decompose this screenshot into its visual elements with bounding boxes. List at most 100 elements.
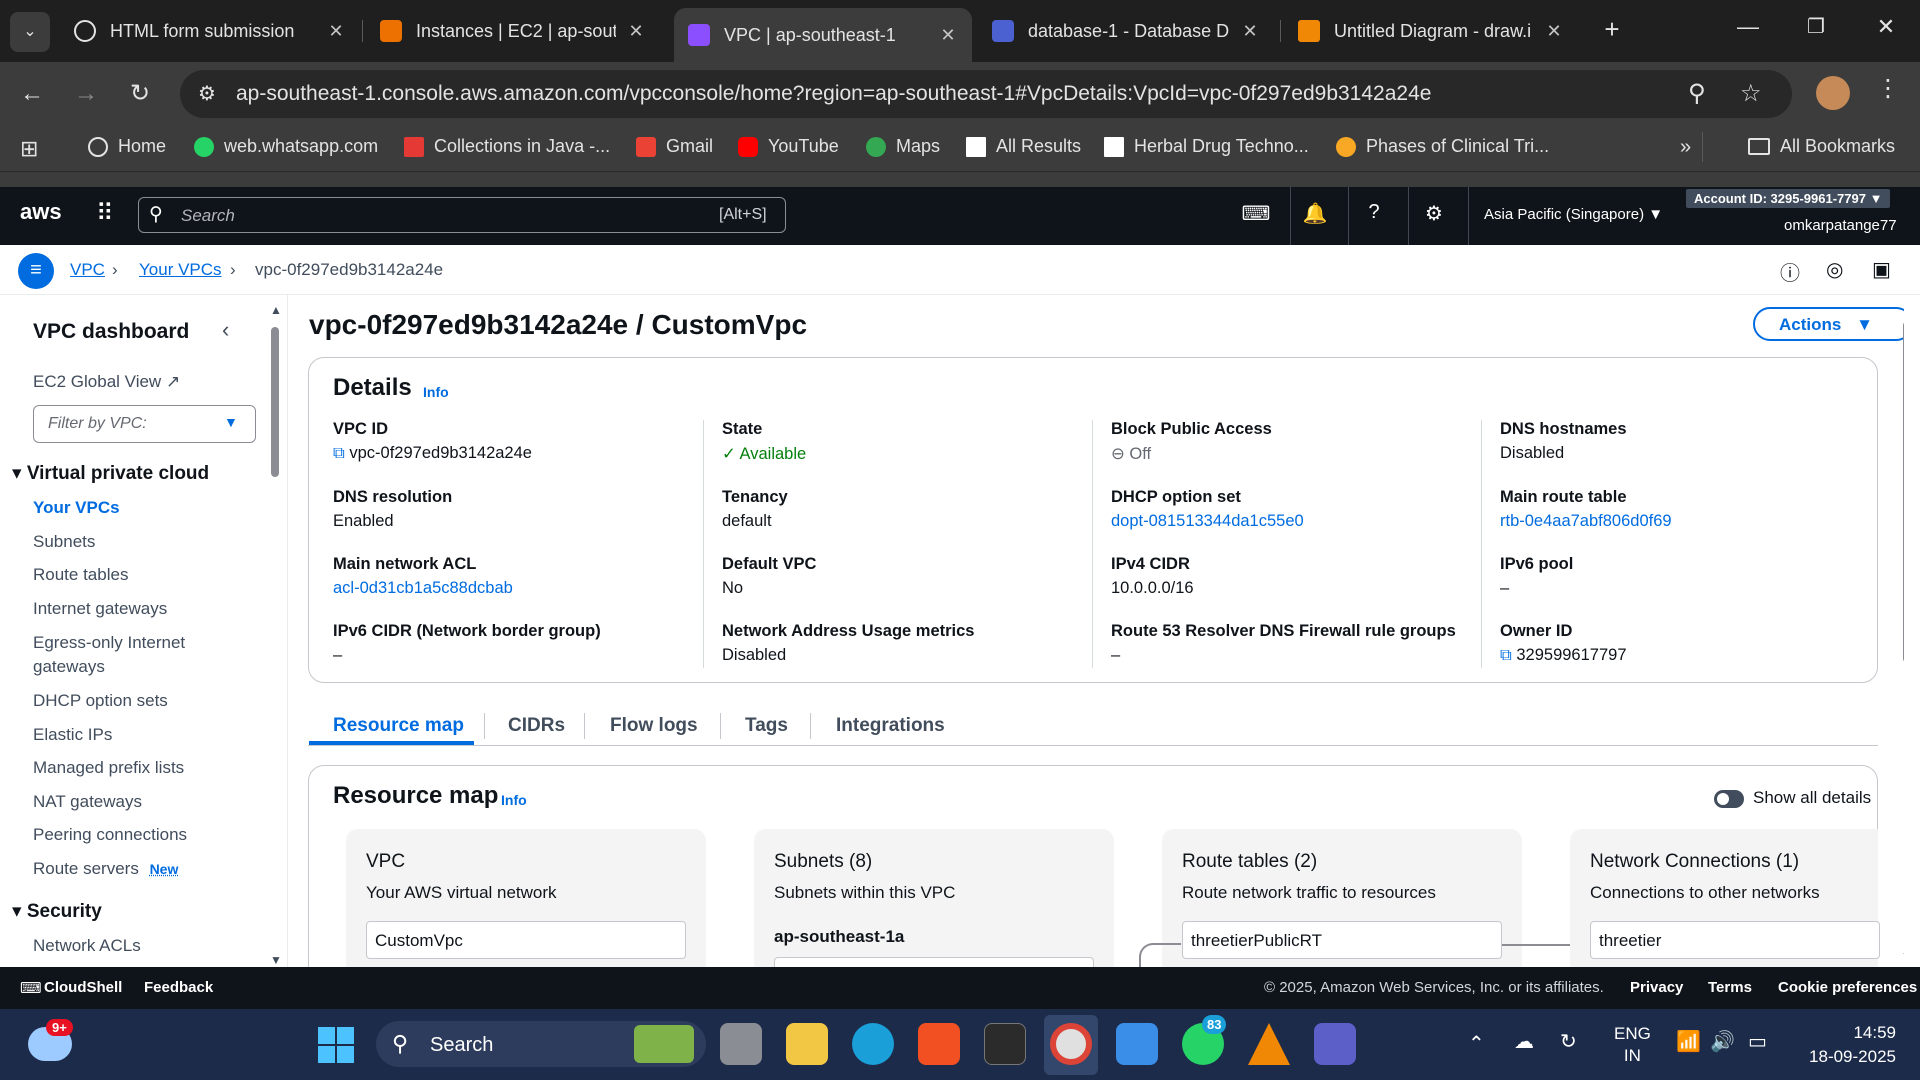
section-virtual-private-cloud[interactable]: ▾ Virtual private cloud [12, 462, 209, 485]
sync-icon[interactable]: ↻ [1560, 1029, 1577, 1054]
minimize-icon[interactable]: — [1728, 14, 1768, 40]
edge-icon[interactable] [852, 1023, 894, 1065]
close-tab-icon[interactable]: ✕ [1544, 21, 1564, 42]
sidebar-item-managed-prefix-lists[interactable]: Managed prefix lists [33, 758, 184, 778]
window-close-icon[interactable]: ✕ [1866, 14, 1906, 40]
aws-logo[interactable]: aws [20, 199, 62, 225]
lightbulb-icon[interactable]: ◎ [1826, 257, 1843, 282]
filter-by-vpc-select[interactable]: Filter by VPC: ▼ [33, 405, 256, 443]
info-circle-icon[interactable]: ⓘ [1780, 257, 1800, 286]
tab-html-form[interactable]: HTML form submission ✕ [60, 8, 360, 54]
tab-vpc-active[interactable]: VPC | ap-southeast-1 ✕ [674, 8, 972, 62]
tab-integrations[interactable]: Integrations [836, 715, 945, 737]
help-icon[interactable]: ? [1359, 201, 1389, 224]
battery-icon[interactable]: ▭ [1748, 1029, 1767, 1054]
sidebar-item-nat-gateways[interactable]: NAT gateways [33, 792, 142, 812]
account-id-badge[interactable]: Account ID: 3295-9961-7797 ▼ [1686, 189, 1891, 208]
main-scrollbar[interactable]: ▲ ▼ [1901, 295, 1904, 967]
resource-node-vpc[interactable]: CustomVpc [366, 921, 686, 959]
services-grid-icon[interactable]: ⠿ [96, 199, 114, 228]
language-indicator[interactable]: ENG IN [1614, 1023, 1651, 1067]
dhcp-option-set-link[interactable]: dopt-081513344da1c55e0 [1111, 512, 1304, 531]
terminal-icon[interactable] [984, 1023, 1026, 1065]
sidebar-item-egress-only[interactable]: Egress-only Internet [33, 633, 185, 653]
sidebar-item-elastic-ips[interactable]: Elastic IPs [33, 725, 112, 745]
breadcrumb-your-vpcs[interactable]: Your VPCs [139, 260, 222, 280]
resource-node-route-table[interactable]: threetierPublicRT [1182, 921, 1502, 959]
clock[interactable]: 14:59 18-09-2025 [1796, 1021, 1896, 1069]
microsoft-store-icon[interactable] [918, 1023, 960, 1065]
sidebar-item-subnets[interactable]: Subnets [33, 532, 95, 552]
cloudshell-link[interactable]: CloudShell [44, 979, 122, 996]
sidebar-item-dhcp-option-sets[interactable]: DHCP option sets [33, 691, 168, 711]
bookmark-star-icon[interactable]: ☆ [1740, 79, 1762, 108]
sidebar-item-network-acls[interactable]: Network ACLs [33, 936, 141, 956]
file-explorer-icon[interactable] [786, 1023, 828, 1065]
actions-button[interactable]: Actions ▼ [1753, 307, 1904, 341]
chevron-up-icon[interactable]: ⌃ [1468, 1031, 1485, 1056]
tab-tags[interactable]: Tags [745, 715, 788, 737]
section-security[interactable]: ▾ Security [12, 900, 102, 923]
close-tab-icon[interactable]: ✕ [1240, 21, 1260, 42]
tab-search-button[interactable]: ⌄ [10, 12, 50, 52]
user-name[interactable]: omkarpatange77 [1784, 217, 1897, 234]
omnibox[interactable]: ⚙ ap-southeast-1.console.aws.amazon.com/… [180, 70, 1792, 118]
close-tab-icon[interactable]: ✕ [626, 21, 646, 42]
tab-flow-logs[interactable]: Flow logs [610, 715, 698, 737]
taskbar-search-box[interactable]: ⚲ Search [376, 1021, 706, 1067]
vpc-dashboard-link[interactable]: VPC dashboard [33, 320, 189, 344]
volume-icon[interactable]: 🔊 [1710, 1029, 1735, 1054]
bookmark-clinical-trials[interactable]: Phases of Clinical Tri... [1336, 136, 1549, 157]
resource-map-info-link[interactable]: Info [501, 792, 527, 808]
sidebar-item-peering-connections[interactable]: Peering connections [33, 825, 187, 845]
sidebar-item-route-servers[interactable]: Route servers New [33, 859, 178, 879]
privacy-link[interactable]: Privacy [1630, 979, 1683, 996]
copy-icon[interactable]: ⧉ [1500, 646, 1512, 664]
tab-drawio[interactable]: Untitled Diagram - draw.i ✕ [1284, 8, 1578, 54]
bookmark-all-results[interactable]: All Results [966, 136, 1081, 157]
close-tab-icon[interactable]: ✕ [326, 21, 346, 42]
bookmark-youtube[interactable]: YouTube [738, 136, 839, 157]
back-button[interactable]: ← [14, 76, 50, 112]
details-info-link[interactable]: Info [423, 384, 449, 400]
browser-menu-icon[interactable]: ⋮ [1876, 74, 1900, 103]
bookmark-home[interactable]: Home [88, 136, 166, 157]
windows-start-icon[interactable] [318, 1027, 354, 1063]
chrome-icon[interactable] [1050, 1023, 1092, 1065]
vlc-icon[interactable] [1248, 1023, 1290, 1065]
apps-grid-icon[interactable]: ⊞ [20, 136, 38, 162]
sidenav-scrollbar[interactable]: ▲ ▼ [268, 303, 282, 967]
more-bookmarks-icon[interactable]: » [1680, 136, 1691, 159]
collapse-nav-icon[interactable]: ‹ [222, 317, 229, 343]
task-view-icon[interactable] [720, 1023, 762, 1065]
sidebar-item-route-tables[interactable]: Route tables [33, 565, 128, 585]
sidebar-item-internet-gateways[interactable]: Internet gateways [33, 599, 167, 619]
restore-icon[interactable]: ❐ [1796, 14, 1836, 39]
tab-database[interactable]: database-1 - Database D ✕ [978, 8, 1274, 54]
sidebar-item-your-vpcs[interactable]: Your VPCs [33, 498, 120, 518]
region-selector[interactable]: Asia Pacific (Singapore) ▼ [1484, 206, 1663, 223]
resource-node-network-connection[interactable]: threetier [1590, 921, 1880, 959]
sidebar-item-egress-only-line2[interactable]: gateways [33, 657, 105, 677]
cloudshell-icon[interactable]: ⌨ [1241, 201, 1271, 226]
reload-button[interactable]: ↻ [122, 76, 158, 112]
teams-icon[interactable] [1314, 1023, 1356, 1065]
ec2-global-view-link[interactable]: EC2 Global View ↗ [33, 372, 180, 392]
settings-gear-icon[interactable]: ⚙ [1419, 201, 1449, 226]
main-network-acl-link[interactable]: acl-0d31cb1a5c88dcbab [333, 579, 513, 598]
show-all-details-toggle[interactable] [1714, 790, 1744, 808]
all-bookmarks-button[interactable]: All Bookmarks [1748, 136, 1895, 157]
terms-link[interactable]: Terms [1708, 979, 1752, 996]
photos-icon[interactable] [1116, 1023, 1158, 1065]
wifi-icon[interactable]: 📶 [1676, 1029, 1701, 1054]
subnet-node[interactable] [774, 957, 1094, 967]
onedrive-icon[interactable]: ☁ [1514, 1029, 1534, 1054]
bookmark-maps[interactable]: Maps [866, 136, 940, 157]
tab-ec2-instances[interactable]: Instances | EC2 | ap-south ✕ [366, 8, 660, 54]
feedback-icon[interactable]: ▣ [1872, 257, 1891, 282]
cookie-preferences-link[interactable]: Cookie preferences [1778, 979, 1917, 996]
profile-avatar[interactable] [1816, 76, 1850, 110]
new-tab-button[interactable]: + [1592, 14, 1632, 45]
zoom-icon[interactable]: ⚲ [1688, 79, 1706, 108]
bookmark-herbal-drug[interactable]: Herbal Drug Techno... [1104, 136, 1309, 157]
